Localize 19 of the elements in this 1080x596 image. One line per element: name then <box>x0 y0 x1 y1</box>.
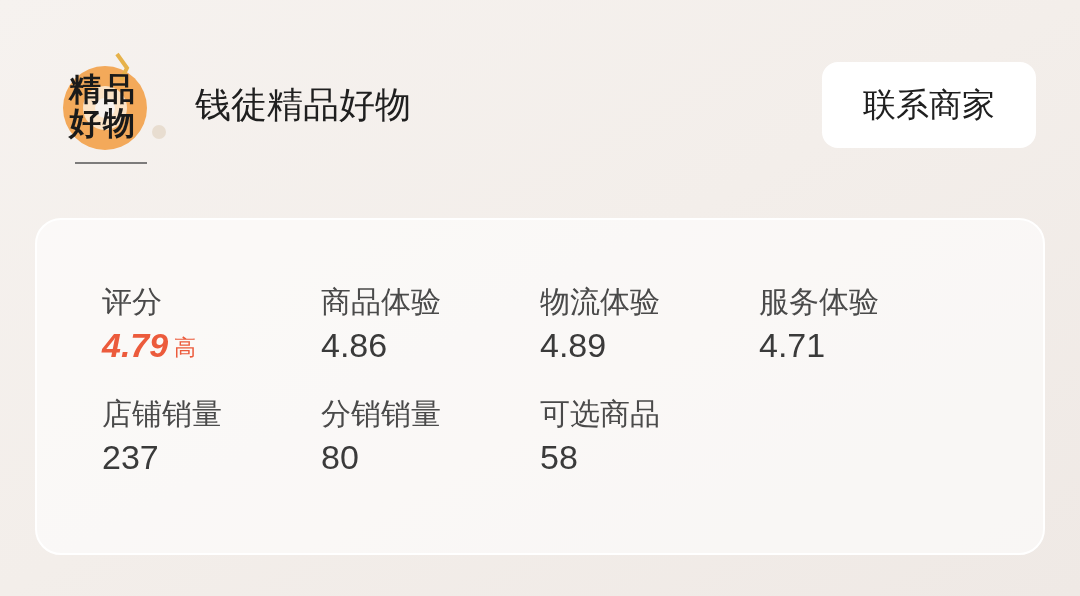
stat-label: 商品体验 <box>321 284 442 320</box>
stat-value: 4.89 <box>540 325 607 366</box>
logo-text: 好物 <box>69 106 137 140</box>
stat-label: 服务体验 <box>759 284 880 320</box>
logo-text: 精品 <box>69 72 137 106</box>
stat-label: 评分 <box>102 284 163 320</box>
store-name: 钱徒精品好物 <box>195 83 411 127</box>
stat-value: 4.86 <box>321 325 388 366</box>
stat-label: 可选商品 <box>540 396 661 432</box>
stat-value: 80 <box>321 437 359 478</box>
stat-value: 4.79 <box>102 325 169 366</box>
rating-level: 高 <box>174 334 197 362</box>
stat-label: 店铺销量 <box>102 396 223 432</box>
stat-label: 分销销量 <box>321 396 442 432</box>
stat-value: 58 <box>540 437 578 478</box>
stat-value: 4.71 <box>759 325 826 366</box>
stat-value: 237 <box>102 437 159 478</box>
stat-label: 物流体验 <box>540 284 661 320</box>
contact-merchant-button[interactable]: 联系商家 <box>822 62 1036 148</box>
